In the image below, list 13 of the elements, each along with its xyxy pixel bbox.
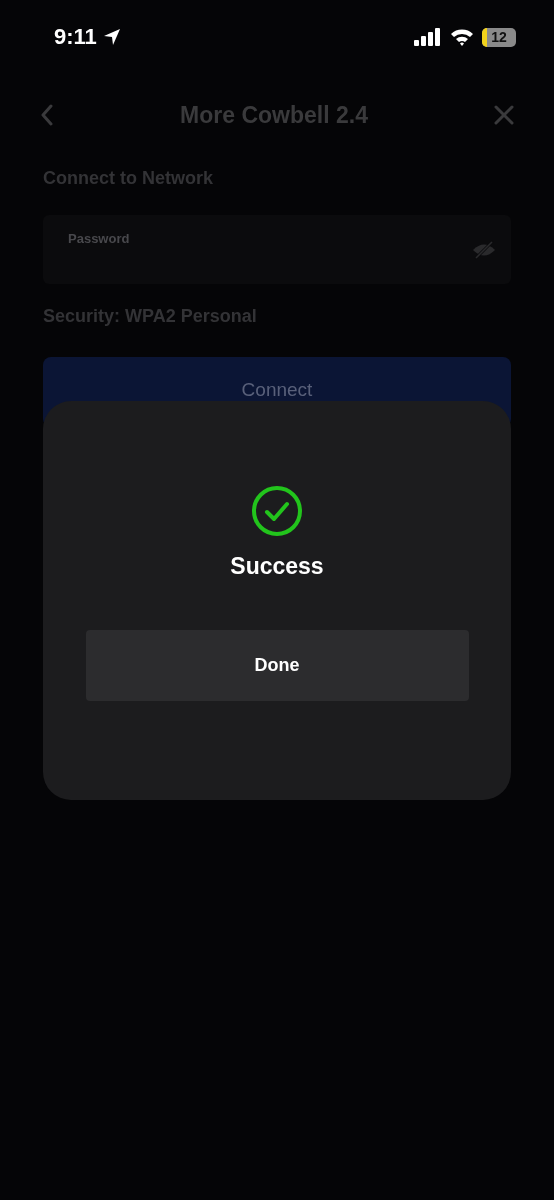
close-icon[interactable] xyxy=(494,105,514,125)
location-arrow-icon xyxy=(102,28,121,46)
status-time: 9:11 xyxy=(54,24,97,50)
done-button[interactable]: Done xyxy=(85,630,469,701)
dialog-title: Success xyxy=(230,553,324,580)
wifi-icon xyxy=(450,28,474,46)
hidden-eye-icon[interactable] xyxy=(471,239,497,261)
battery-percent: 12 xyxy=(491,29,507,45)
password-field[interactable]: Password xyxy=(43,215,511,284)
back-icon[interactable] xyxy=(40,104,54,126)
battery-charge-bar xyxy=(482,27,487,47)
check-circle-icon xyxy=(251,485,303,537)
signal-icon xyxy=(414,28,442,46)
